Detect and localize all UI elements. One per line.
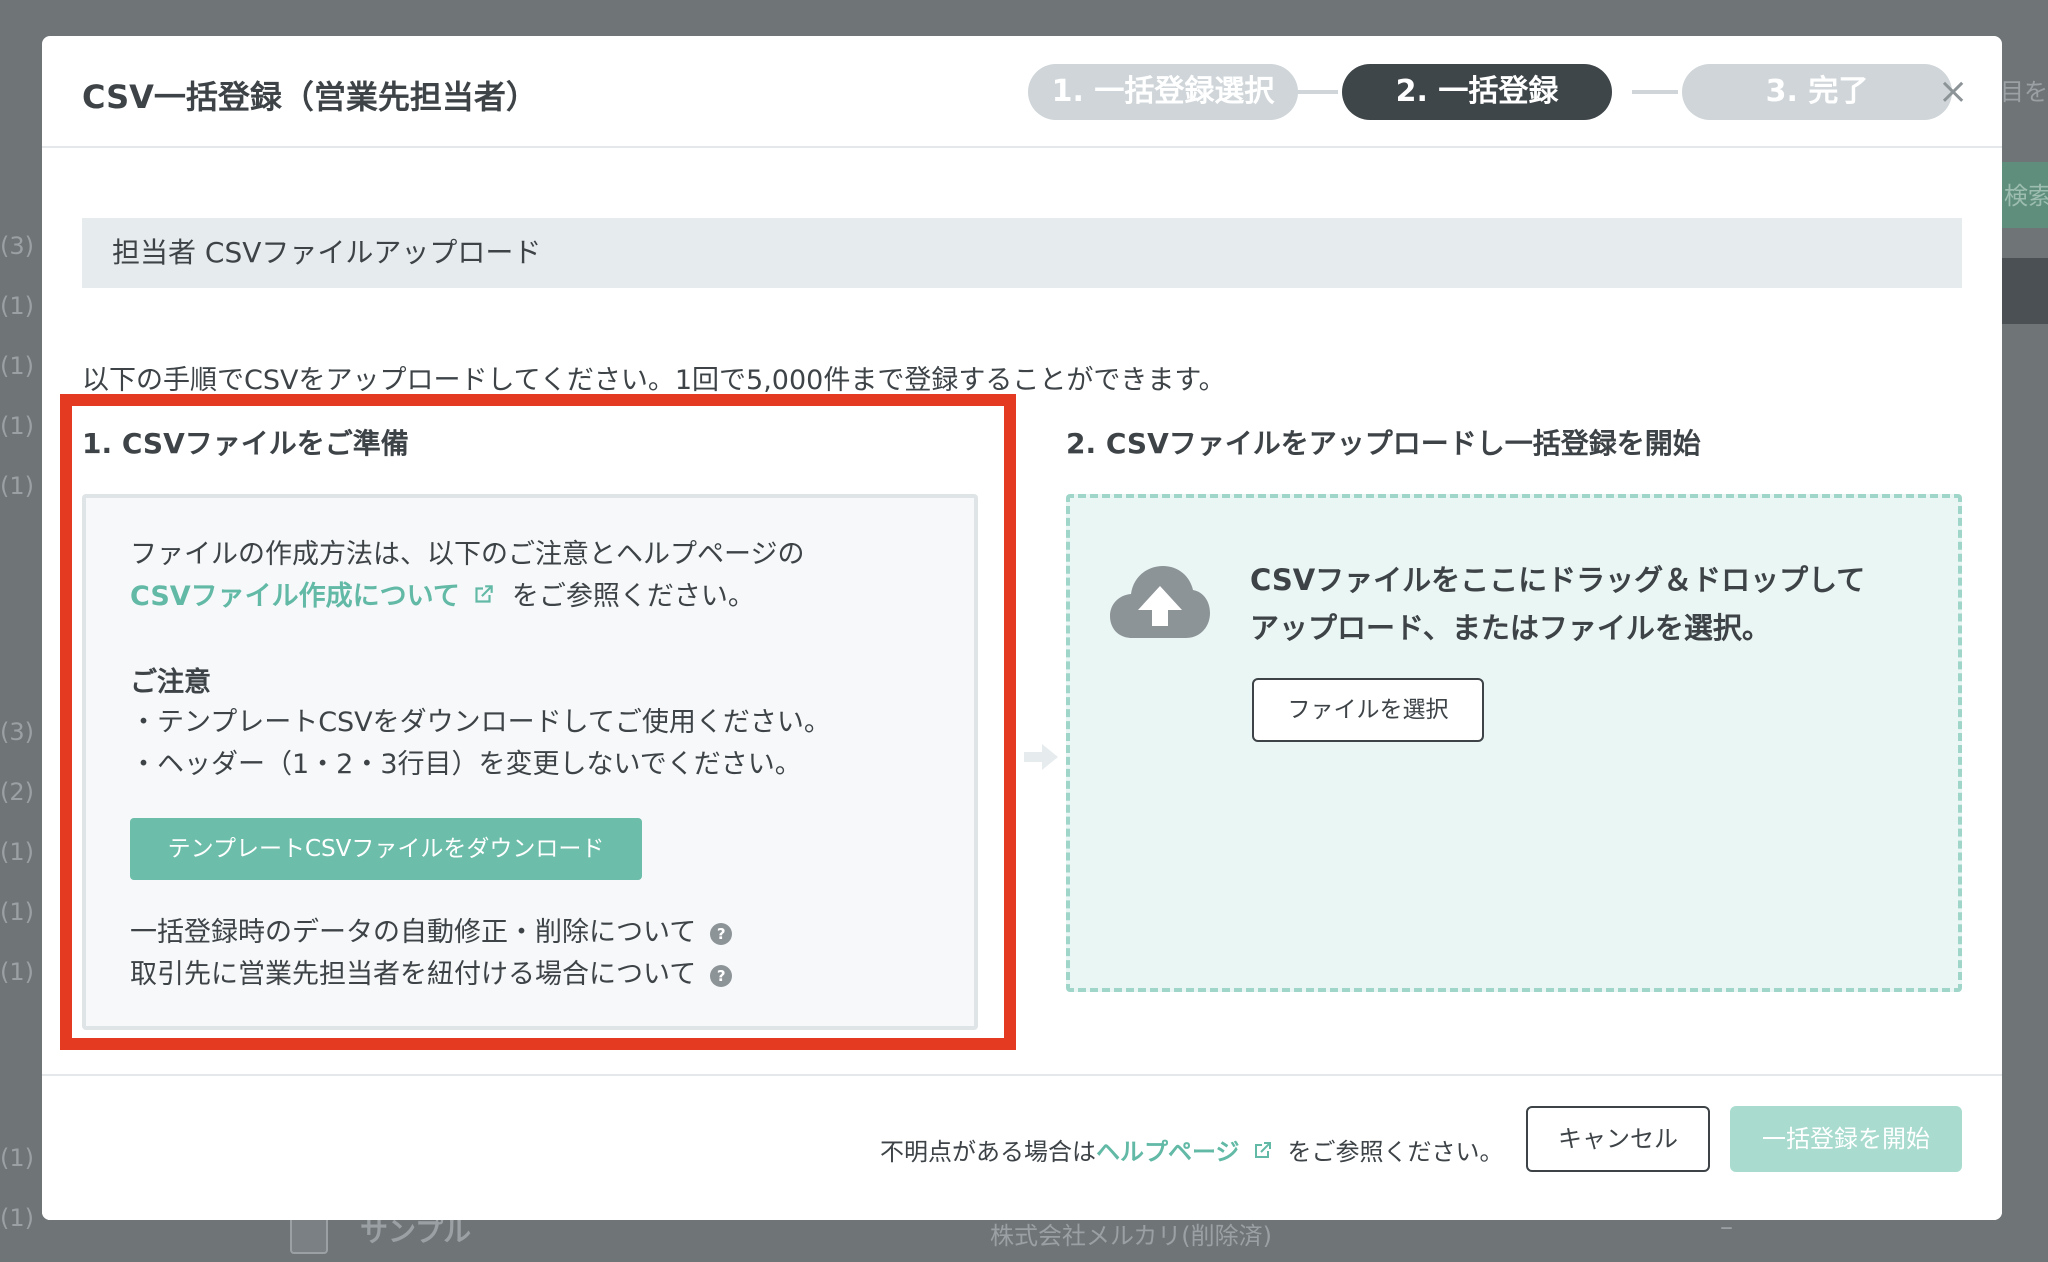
- csv-guide-link[interactable]: CSVファイル作成について: [130, 581, 460, 612]
- arrow-right-icon: [1024, 744, 1058, 770]
- bg-count: (1): [0, 292, 34, 320]
- section-title: 担当者 CSVファイルアップロード: [82, 218, 1962, 288]
- bg-dark-block: [2000, 258, 2048, 324]
- modal-header: CSV一括登録（営業先担当者） 1. 一括登録選択 2. 一括登録 3. 完了 …: [42, 36, 2002, 148]
- bg-row-company: 株式会社メルカリ(削除済): [990, 1222, 1273, 1250]
- step-indicator: 1. 一括登録選択 2. 一括登録 3. 完了: [1028, 64, 1958, 120]
- bg-count: (1): [0, 412, 34, 440]
- question-icon[interactable]: ?: [710, 965, 733, 987]
- prepare-line1: ファイルの作成方法は、以下のご注意とヘルプページの: [130, 539, 805, 570]
- help-page-link[interactable]: ヘルプページ: [1096, 1138, 1240, 1166]
- footer-note-suffix: をご参照ください。: [1287, 1138, 1504, 1166]
- bg-count: (1): [0, 472, 34, 500]
- bg-count: (1): [0, 352, 34, 380]
- step-3-complete: 3. 完了: [1682, 64, 1952, 120]
- notice-item: ・ヘッダー（1・2・3行目）を変更しないでください。: [130, 749, 802, 780]
- external-link-icon[interactable]: [1250, 1139, 1274, 1163]
- cancel-button[interactable]: キャンセル: [1526, 1106, 1710, 1172]
- question-icon[interactable]: ?: [710, 923, 733, 945]
- close-icon[interactable]: ×: [1938, 72, 1968, 112]
- notice-title: ご注意: [130, 667, 211, 698]
- intro-text: 以下の手順でCSVをアップロードしてください。1回で5,000件まで登録すること…: [82, 365, 1226, 396]
- bg-search-button: 検索: [2000, 162, 2048, 228]
- bg-count: (1): [0, 898, 34, 926]
- download-template-button[interactable]: テンプレートCSVファイルをダウンロード: [130, 818, 642, 880]
- upload-title: 2. CSVファイルをアップロードし一括登録を開始: [1066, 427, 1701, 460]
- bg-row-checkbox: [290, 1216, 328, 1254]
- help-link-link-accounts[interactable]: 取引先に営業先担当者を紐付ける場合について?: [130, 952, 733, 991]
- footer-note-prefix: 不明点がある場合は: [880, 1138, 1096, 1166]
- csv-drop-zone[interactable]: CSVファイルをここにドラッグ＆ドロップして アップロード、またはファイルを選択…: [1066, 494, 1962, 992]
- cloud-upload-icon: [1110, 566, 1210, 638]
- external-link-icon[interactable]: [470, 582, 496, 608]
- drop-line2: アップロード、またはファイルを選択。: [1250, 611, 1771, 645]
- step-1-select: 1. 一括登録選択: [1028, 64, 1298, 120]
- bg-count: (1): [0, 1144, 34, 1172]
- background-category-counts: (3) (1) (1) (1) (1) (3) (2) (1) (1) (1) …: [0, 0, 40, 1262]
- footer-note: 不明点がある場合はヘルプページ をご参照ください。: [880, 1132, 1504, 1167]
- help-link-auto-fix[interactable]: 一括登録時のデータの自動修正・削除について?: [130, 910, 733, 949]
- step-connector: [1292, 90, 1338, 94]
- step-connector: [1632, 90, 1678, 94]
- prepare-line2-suffix: をご参照ください。: [511, 581, 755, 612]
- prepare-title: 1. CSVファイルをご準備: [82, 427, 409, 460]
- prepare-box: ファイルの作成方法は、以下のご注意とヘルプページの CSVファイル作成について を…: [82, 494, 978, 1030]
- csv-import-modal: CSV一括登録（営業先担当者） 1. 一括登録選択 2. 一括登録 3. 完了 …: [42, 36, 2002, 1220]
- help-link-label: 取引先に営業先担当者を紐付ける場合について: [130, 959, 697, 990]
- drop-instructions: CSVファイルをここにドラッグ＆ドロップして アップロード、またはファイルを選択…: [1250, 556, 1865, 652]
- start-import-button[interactable]: 一括登録を開始: [1730, 1106, 1962, 1172]
- notice-item: ・テンプレートCSVをダウンロードしてご使用ください。: [130, 707, 831, 738]
- bg-count: (1): [0, 958, 34, 986]
- bg-count: (1): [0, 838, 34, 866]
- select-file-button[interactable]: ファイルを選択: [1252, 678, 1484, 742]
- modal-footer: 不明点がある場合はヘルプページ をご参照ください。 キャンセル 一括登録を開始: [42, 1074, 2002, 1220]
- bg-count: (3): [0, 718, 34, 746]
- step-2-import: 2. 一括登録: [1342, 64, 1612, 120]
- bg-right-text: 目を表: [2000, 78, 2048, 106]
- bg-count: (2): [0, 778, 34, 806]
- modal-title: CSV一括登録（営業先担当者）: [82, 78, 538, 116]
- bg-count: (1): [0, 1204, 34, 1232]
- bg-count: (3): [0, 232, 34, 260]
- prepare-line2: CSVファイル作成について をご参照ください。: [130, 574, 755, 613]
- help-link-label: 一括登録時のデータの自動修正・削除について: [130, 917, 697, 948]
- drop-line1: CSVファイルをここにドラッグ＆ドロップして: [1250, 563, 1866, 597]
